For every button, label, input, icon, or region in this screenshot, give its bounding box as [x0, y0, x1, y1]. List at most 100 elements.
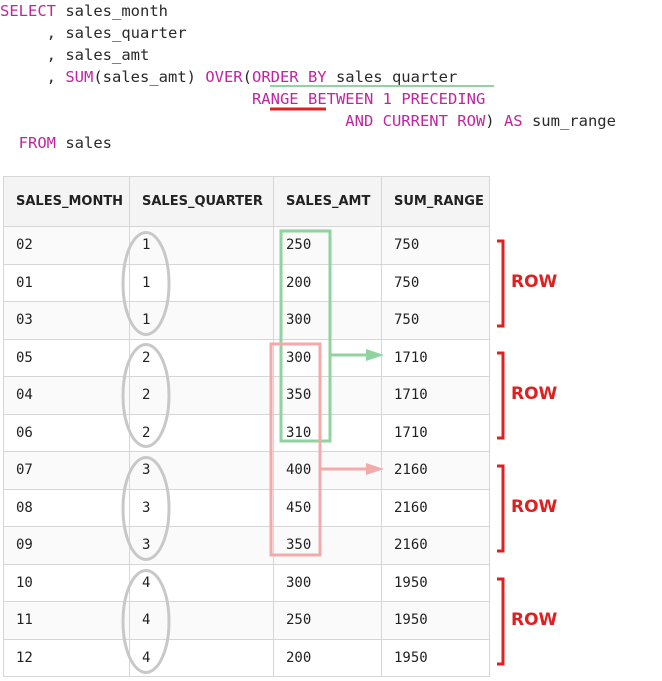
sql-keyword: AS: [503, 112, 523, 130]
table-row: 03 1 300 750: [3, 301, 490, 340]
sum-range-cell: 1950: [381, 563, 490, 602]
sql-keyword: OVER: [205, 68, 243, 86]
sql-line-quarter: , sales_quarter: [0, 22, 187, 44]
sales-month-cell: 03: [3, 301, 130, 340]
sales-quarter-cell: 2: [129, 338, 274, 377]
column-header-sales-amt: SALES_AMT: [273, 176, 382, 227]
sales-quarter-cell: 3: [129, 526, 274, 565]
sql-text: sales: [56, 134, 112, 152]
sql-text: (: [242, 68, 252, 86]
table-row: 05 2 300 1710: [3, 338, 490, 377]
sales-quarter-cell: 4: [129, 563, 274, 602]
sql-number: 1: [382, 90, 392, 108]
sql-keyword: BETWEEN: [307, 90, 374, 108]
table-row: 01 1 200 750: [3, 263, 490, 302]
table-header-row: SALES_MONTH SALES_QUARTER SALES_AMT SUM_…: [3, 176, 490, 227]
sql-text: , sales_quarter: [0, 24, 187, 42]
result-table: SALES_MONTH SALES_QUARTER SALES_AMT SUM_…: [3, 176, 490, 677]
sales-amt-cell: 200: [273, 638, 382, 677]
sales-month-cell: 08: [3, 488, 130, 527]
sum-range-cell: 2160: [381, 451, 490, 490]
sales-month-cell: 11: [3, 601, 130, 640]
sales-quarter-cell: 1: [129, 226, 274, 265]
sum-range-cell: 2160: [381, 488, 490, 527]
sum-range-cell: 1710: [381, 338, 490, 377]
sql-keyword: FROM: [18, 134, 56, 152]
column-header-sales-quarter: SALES_QUARTER: [129, 176, 274, 227]
sql-line-select: SELECT sales_month: [0, 0, 168, 22]
table-row: 04 2 350 1710: [3, 376, 490, 415]
sales-amt-cell: 300: [273, 563, 382, 602]
sum-range-cell: 1950: [381, 601, 490, 640]
sales-amt-cell: 350: [273, 526, 382, 565]
row-group-bracket: [497, 464, 505, 553]
sales-quarter-cell: 4: [129, 638, 274, 677]
sql-line-current-row: AND CURRENT ROW) AS sum_range: [0, 110, 616, 132]
sales-month-cell: 09: [3, 526, 130, 565]
sql-query: SELECT sales_month , sales_quarter , sal…: [0, 0, 662, 160]
sales-quarter-cell: 2: [129, 413, 274, 452]
sql-text: sales_quarter: [326, 68, 458, 86]
table-row: 10 4 300 1950: [3, 563, 490, 602]
sql-text: , sales_amt: [0, 46, 150, 64]
sales-amt-cell: 300: [273, 338, 382, 377]
sql-keyword: CURRENT ROW: [382, 112, 486, 130]
sales-amt-cell: 250: [273, 226, 382, 265]
sales-month-cell: 07: [3, 451, 130, 490]
table-row: 12 4 200 1950: [3, 638, 490, 677]
sales-amt-cell: 450: [273, 488, 382, 527]
row-label: ROW: [511, 496, 558, 517]
sales-amt-cell: 310: [273, 413, 382, 452]
table-row: 06 2 310 1710: [3, 413, 490, 452]
row-group-bracket: [497, 351, 505, 440]
table-row: 11 4 250 1950: [3, 601, 490, 640]
sales-amt-cell: 300: [273, 301, 382, 340]
sum-range-cell: 750: [381, 301, 490, 340]
sum-range-cell: 1950: [381, 638, 490, 677]
sql-line-range: RANGE BETWEEN 1 PRECEDING: [0, 88, 485, 110]
table-row: 09 3 350 2160: [3, 526, 490, 565]
sql-line-from: FROM sales: [0, 132, 112, 154]
sql-keyword-order-by: ORDER BY: [251, 68, 327, 86]
sales-month-cell: 10: [3, 563, 130, 602]
sales-quarter-cell: 1: [129, 301, 274, 340]
sum-range-cell: 2160: [381, 526, 490, 565]
sql-keyword: AND: [345, 112, 374, 130]
sales-month-cell: 02: [3, 226, 130, 265]
row-label: ROW: [511, 271, 558, 292]
sql-keyword-range: RANGE: [251, 90, 299, 108]
sql-text: sales_month: [56, 2, 168, 20]
sql-text: ,: [0, 68, 66, 86]
sales-amt-cell: 350: [273, 376, 382, 415]
sum-range-cell: 750: [381, 226, 490, 265]
sales-month-cell: 06: [3, 413, 130, 452]
sql-text: sum_range: [522, 112, 616, 130]
sales-month-cell: 04: [3, 376, 130, 415]
sum-range-cell: 1710: [381, 376, 490, 415]
sales-quarter-cell: 1: [129, 263, 274, 302]
sql-text: ): [485, 112, 504, 130]
sql-line-amt: , sales_amt: [0, 44, 150, 66]
row-group-bracket: [497, 577, 505, 666]
sql-line-sum: , SUM(sales_amt) OVER(ORDER BY sales_qua…: [0, 66, 458, 88]
sum-range-cell: 750: [381, 263, 490, 302]
sales-quarter-cell: 4: [129, 601, 274, 640]
sum-range-cell: 1710: [381, 413, 490, 452]
row-label: ROW: [511, 609, 558, 630]
row-group-brackets: [497, 239, 505, 666]
sales-quarter-cell: 3: [129, 488, 274, 527]
sales-month-cell: 05: [3, 338, 130, 377]
row-group-bracket: [497, 239, 505, 328]
column-header-sum-range: SUM_RANGE: [381, 176, 490, 227]
sales-month-cell: 01: [3, 263, 130, 302]
sales-month-cell: 12: [3, 638, 130, 677]
sql-text: (sales_amt): [93, 68, 206, 86]
column-header-sales-month: SALES_MONTH: [3, 176, 130, 227]
sales-quarter-cell: 3: [129, 451, 274, 490]
sales-quarter-cell: 2: [129, 376, 274, 415]
